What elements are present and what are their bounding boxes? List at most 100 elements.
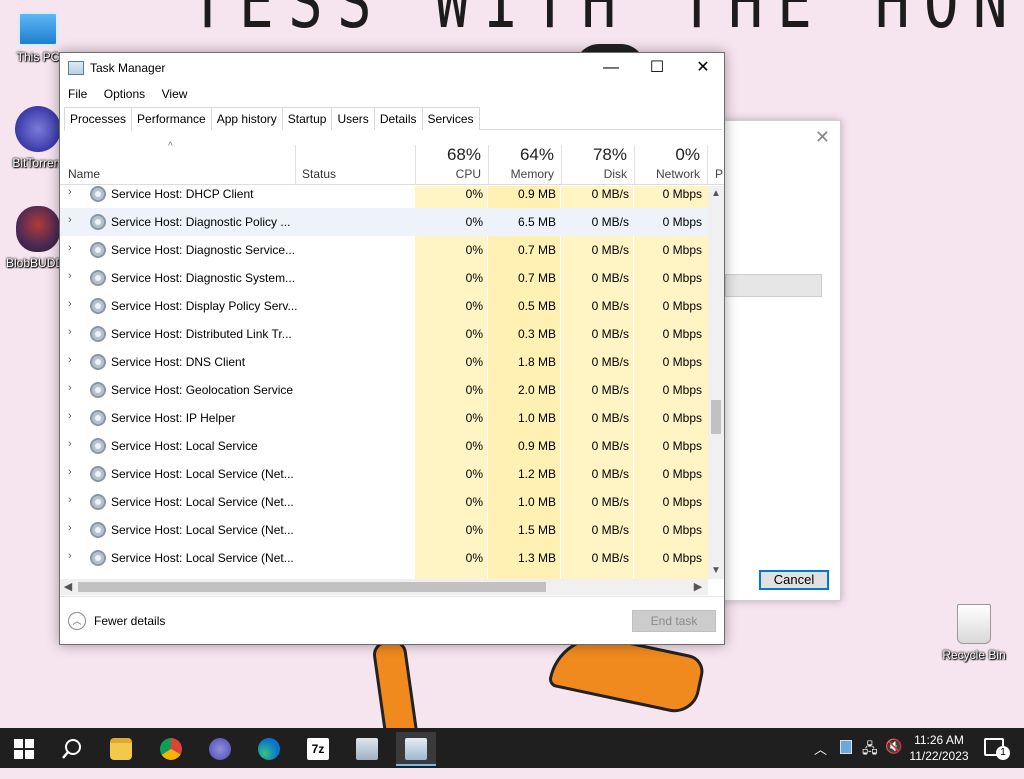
cell-network: 0 Mbps	[662, 215, 702, 229]
expand-chevron-icon[interactable]: ›	[68, 494, 72, 506]
table-row[interactable]: › Service Host: Local Service (Net... 0% 1.…	[60, 460, 708, 488]
battery-icon[interactable]	[840, 740, 852, 754]
table-row[interactable]: › Service Host: DNS Client 0% 1.8 MB 0 MB/s 0…	[60, 348, 708, 376]
table-row[interactable]: › Service Host: Display Policy Serv... 0% 0…	[60, 292, 708, 320]
scroll-right-icon[interactable]: ▶	[690, 579, 706, 595]
taskbar-file-explorer[interactable]	[101, 732, 141, 766]
scroll-down-icon[interactable]: ▼	[708, 563, 724, 579]
expand-chevron-icon[interactable]: ›	[68, 214, 72, 226]
expand-chevron-icon[interactable]: ›	[68, 270, 72, 282]
table-row[interactable]: › Service Host: Diagnostic Service... 0% 0.…	[60, 236, 708, 264]
scroll-left-icon[interactable]: ◀	[60, 579, 76, 595]
expand-chevron-icon[interactable]: ›	[68, 298, 72, 310]
service-gear-icon	[90, 326, 106, 342]
cancel-button[interactable]: Cancel	[759, 570, 829, 590]
tab-users[interactable]: Users	[331, 107, 375, 130]
expand-chevron-icon[interactable]: ›	[68, 382, 72, 394]
menu-options[interactable]: Options	[100, 84, 149, 104]
expand-chevron-icon[interactable]: ›	[68, 326, 72, 338]
notification-center-icon[interactable]: 1	[984, 738, 1010, 760]
tab-details[interactable]: Details	[373, 107, 423, 130]
horizontal-scrollbar[interactable]: ◀ ▶	[60, 579, 708, 595]
taskbar-task-manager[interactable]	[396, 732, 436, 766]
table-row[interactable]: › Service Host: Local Service (Net... 0% 1.…	[60, 488, 708, 516]
taskbar-chrome[interactable]	[151, 732, 191, 766]
service-gear-icon	[90, 270, 106, 286]
scroll-thumb[interactable]	[78, 582, 546, 592]
cell-cpu: 0%	[465, 523, 483, 537]
column-divider[interactable]	[707, 145, 708, 185]
process-name: Service Host: Local Service (Net...	[111, 551, 294, 565]
taskbar-edge[interactable]	[249, 732, 289, 766]
taskbar-app[interactable]	[347, 732, 387, 766]
menu-file[interactable]: File	[64, 84, 91, 104]
table-row[interactable]: › Service Host: DHCP Client 0% 0.9 MB 0 MB/s…	[60, 186, 708, 208]
process-name: Service Host: DNS Client	[111, 355, 246, 369]
table-row[interactable]: › Service Host: IP Helper 0% 1.0 MB 0 MB/s 0 …	[60, 404, 708, 432]
close-icon[interactable]: ✕	[815, 127, 830, 148]
expand-chevron-icon[interactable]: ›	[68, 410, 72, 422]
expand-chevron-icon[interactable]: ›	[68, 242, 72, 254]
tab-startup[interactable]: Startup	[281, 107, 333, 130]
search-button[interactable]	[52, 732, 92, 766]
process-name: Service Host: Diagnostic Service...	[111, 243, 296, 257]
menu-view[interactable]: View	[158, 84, 192, 104]
tab-performance[interactable]: Performance	[131, 107, 212, 130]
chevron-up-icon[interactable]: ︿	[68, 612, 86, 630]
table-row[interactable]: › Service Host: Distributed Link Tr... 0% 0…	[60, 320, 708, 348]
desktop-icon-recycle-bin[interactable]: Recycle Bin	[942, 604, 1006, 662]
title-bar[interactable]: Task Manager — ☐ ✕	[60, 53, 724, 84]
cell-network: 0 Mbps	[662, 187, 702, 201]
network-icon[interactable]: 🖧	[862, 738, 878, 778]
service-gear-icon	[90, 522, 106, 538]
taskbar-7zip[interactable]: 7z	[298, 732, 338, 766]
expand-chevron-icon[interactable]: ›	[68, 466, 72, 478]
expand-chevron-icon[interactable]: ›	[68, 186, 72, 198]
table-row[interactable]: › Service Host: Local Service (Net... 0% 1.…	[60, 544, 708, 572]
show-hidden-icons[interactable]: ︿	[814, 739, 827, 779]
column-network[interactable]: 0% Network	[634, 131, 706, 181]
fewer-details-link[interactable]: Fewer details	[94, 614, 165, 628]
scroll-up-icon[interactable]: ▲	[708, 186, 724, 202]
volume-muted-icon[interactable]: 🔇	[885, 738, 902, 778]
minimize-button[interactable]: —	[588, 53, 634, 83]
column-divider[interactable]	[295, 145, 296, 185]
column-power[interactable]: P	[715, 167, 723, 181]
tab-processes[interactable]: Processes	[64, 107, 133, 131]
notification-count: 1	[996, 746, 1010, 760]
cell-memory: 1.0 MB	[517, 411, 556, 425]
column-memory[interactable]: 64% Memory	[488, 131, 560, 181]
close-button[interactable]: ✕	[680, 53, 726, 83]
vertical-scrollbar[interactable]: ▲ ▼	[708, 186, 724, 579]
column-disk[interactable]: 78% Disk	[561, 131, 633, 181]
tab-services[interactable]: Services	[421, 107, 480, 130]
start-button[interactable]	[4, 732, 44, 766]
expand-chevron-icon[interactable]: ›	[68, 550, 72, 562]
taskbar-bittorrent[interactable]	[200, 732, 240, 766]
table-row[interactable]: › Service Host: Diagnostic Policy ... 0% 6.…	[60, 208, 708, 236]
expand-chevron-icon[interactable]: ›	[68, 522, 72, 534]
cell-disk: 0 MB/s	[591, 243, 629, 257]
column-cpu[interactable]: 68% CPU	[415, 131, 487, 181]
tab-app-history[interactable]: App history	[210, 107, 283, 130]
table-row[interactable]: › Service Host: Local Service 0% 0.9 MB 0 MB…	[60, 432, 708, 460]
edge-icon	[258, 738, 280, 760]
cell-cpu: 0%	[465, 215, 483, 229]
expand-chevron-icon[interactable]: ›	[68, 438, 72, 450]
process-name: Service Host: IP Helper	[111, 411, 236, 425]
expand-chevron-icon[interactable]: ›	[68, 354, 72, 366]
maximize-button[interactable]: ☐	[634, 53, 680, 83]
scroll-thumb[interactable]	[711, 400, 721, 434]
cell-cpu: 0%	[465, 411, 483, 425]
table-row[interactable]: › Service Host: Diagnostic System... 0% 0.7…	[60, 264, 708, 292]
app-icon	[356, 738, 378, 760]
process-list: › Service Host: DHCP Client 0% 0.9 MB 0 MB/s…	[60, 186, 708, 579]
7zip-icon: 7z	[307, 738, 329, 760]
table-row[interactable]: › Service Host: Local Service (Net... 0% 1.…	[60, 516, 708, 544]
column-name[interactable]: Name	[68, 167, 100, 181]
cell-network: 0 Mbps	[662, 271, 702, 285]
system-clock[interactable]: 11:26 AM 11/22/2023	[904, 732, 974, 764]
table-row[interactable]: › Service Host: Geolocation Service 0% 2.0 …	[60, 376, 708, 404]
end-task-button[interactable]: End task	[632, 610, 716, 632]
column-status[interactable]: Status	[302, 167, 336, 181]
